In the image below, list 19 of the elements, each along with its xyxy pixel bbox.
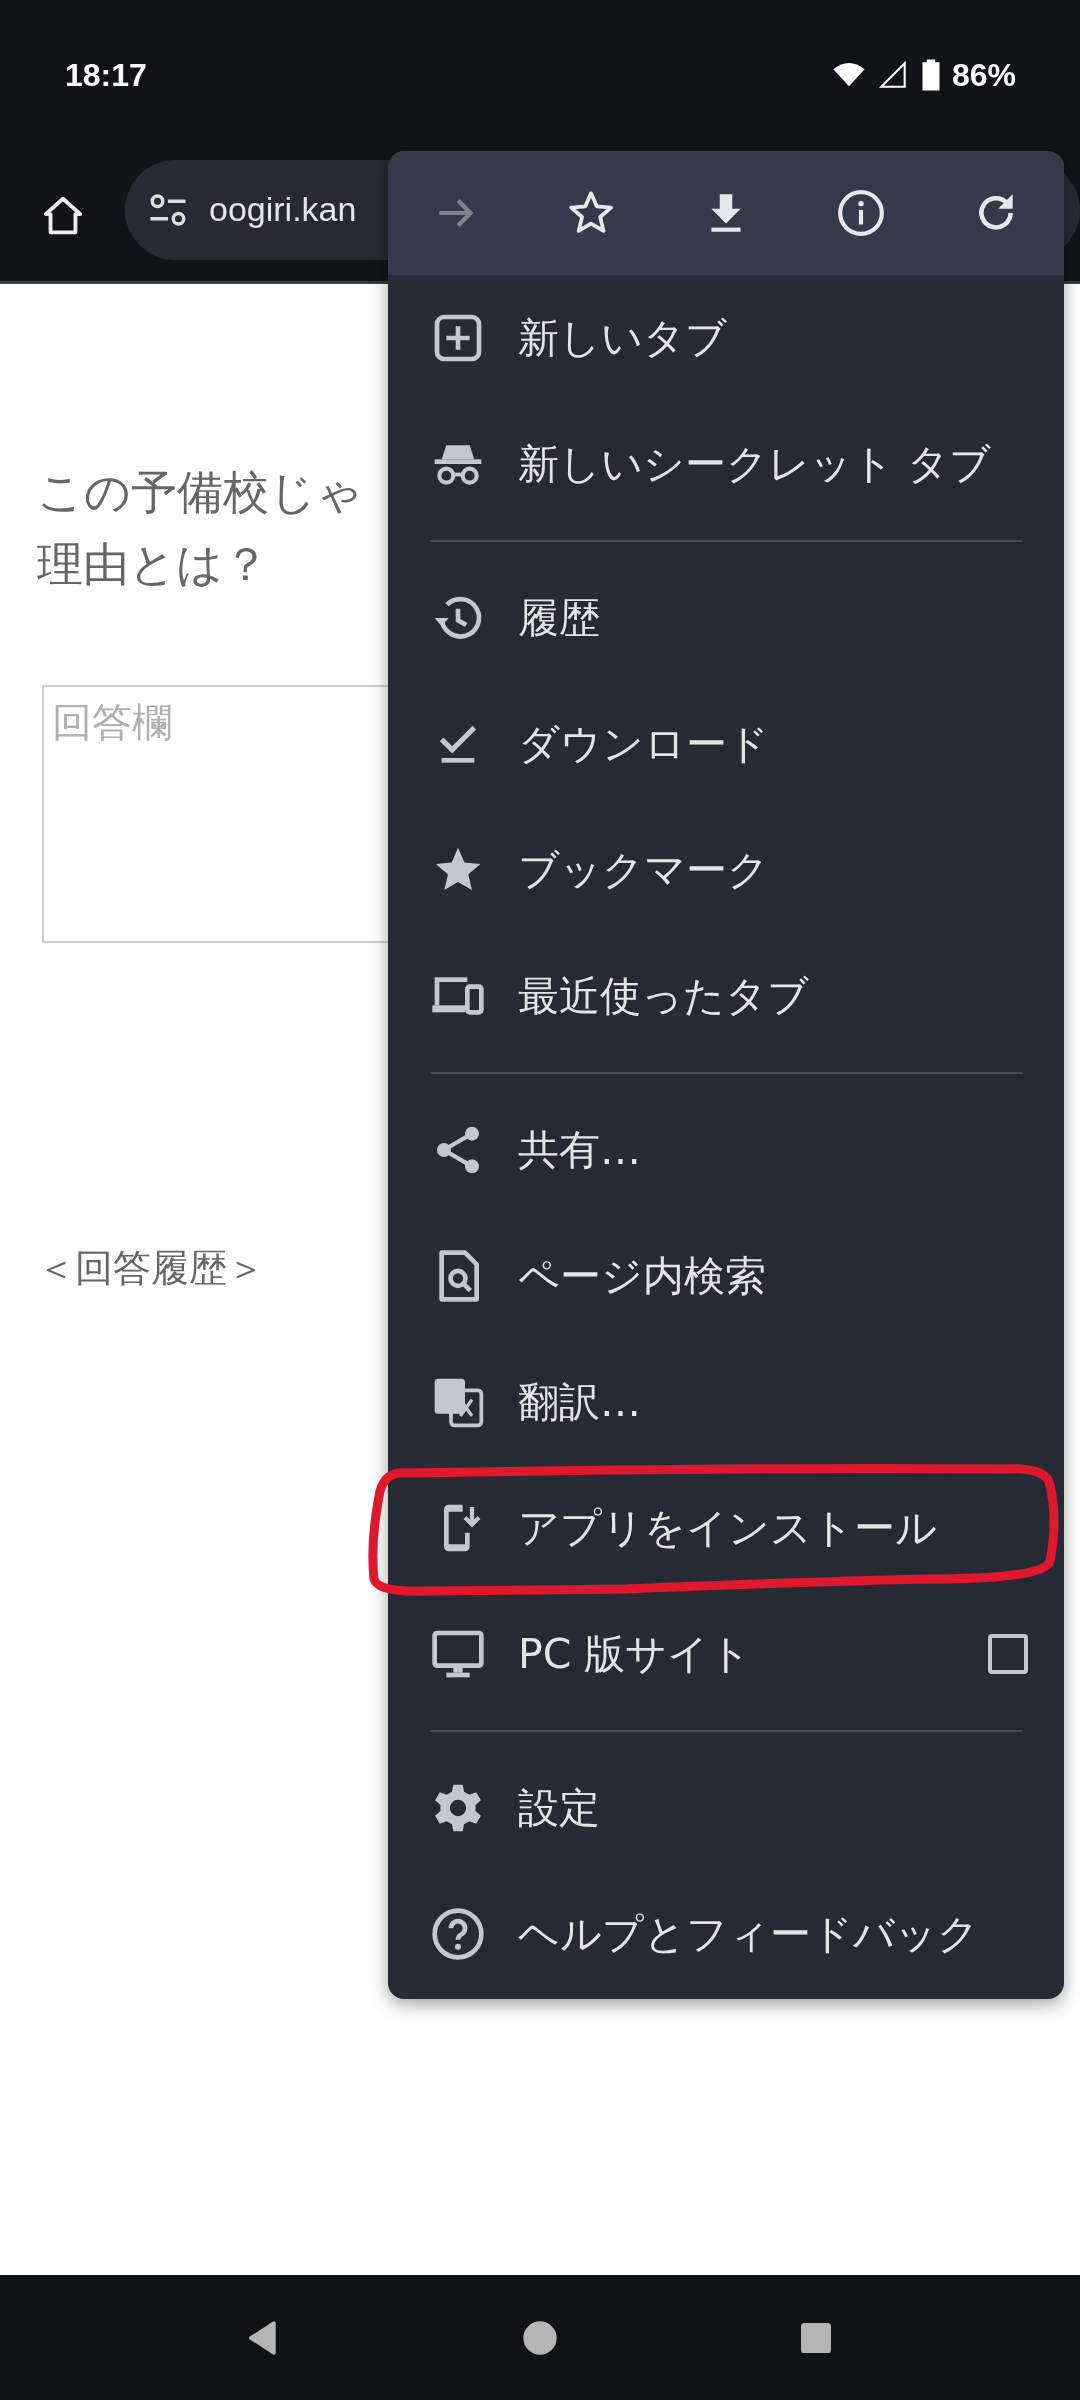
- menu-item[interactable]: 新しいシークレット タブ: [388, 401, 1064, 527]
- menu-item[interactable]: ページ内検索: [388, 1213, 1064, 1339]
- question-text: この予備校じゃ: [37, 464, 363, 521]
- menu-item[interactable]: 設定: [388, 1745, 1064, 1871]
- menu-item[interactable]: ヘルプとフィードバック: [388, 1871, 1064, 1997]
- url-text: oogiri.kan: [209, 190, 357, 229]
- desktop-site-checkbox[interactable]: [988, 1634, 1028, 1674]
- menu-item[interactable]: アプリをインストール: [388, 1465, 1064, 1591]
- menu-item[interactable]: PC 版サイト: [388, 1591, 1064, 1717]
- menu-item[interactable]: 新しいタブ: [388, 275, 1064, 401]
- info-icon[interactable]: [836, 188, 887, 238]
- question-text: 理由とは？: [37, 536, 269, 593]
- help-icon: [430, 1906, 486, 1962]
- menu-item[interactable]: 履歴: [388, 555, 1064, 681]
- battery-percentage: 86%: [951, 56, 1016, 94]
- status-time: 18:17: [65, 56, 147, 94]
- menu-item[interactable]: 翻訳…: [388, 1339, 1064, 1465]
- history-heading: ＜回答履歴＞: [37, 1245, 265, 1292]
- menu-item[interactable]: 共有…: [388, 1087, 1064, 1213]
